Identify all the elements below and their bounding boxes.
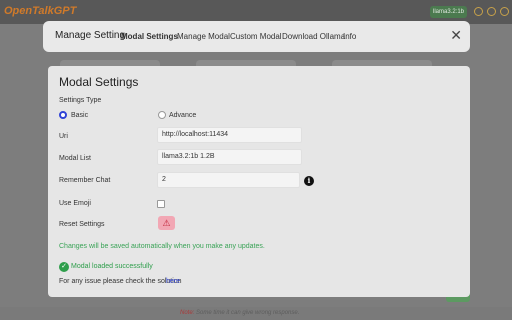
close-icon[interactable]: ✕ — [450, 28, 462, 42]
model-chip[interactable]: llama3.2:1b — [430, 6, 468, 18]
uri-input[interactable]: http://localhost:11434 — [157, 127, 302, 143]
use-emoji-checkbox[interactable] — [157, 200, 165, 208]
issue-text: For any issue please check the solution — [59, 278, 182, 285]
modal-list-select[interactable]: llama3.2:1b 1.2B — [157, 149, 302, 165]
tab-manage-modal[interactable]: Manage Modal — [177, 32, 230, 41]
tab-custom-modal[interactable]: Custom Modal — [230, 32, 282, 41]
radio-advance-label: Advance — [169, 112, 197, 119]
settings-type-label: Settings Type — [59, 97, 102, 104]
uri-label: Uri — [59, 133, 68, 140]
radio-advance[interactable] — [158, 111, 166, 119]
modal-list-label: Modal List — [59, 155, 91, 162]
recycle-icon: ⚠ — [162, 218, 171, 228]
solution-link[interactable]: here — [166, 278, 180, 285]
modal-settings-panel: Modal Settings Settings Type Basic Advan… — [48, 66, 470, 297]
status-text: Modal loaded successfully — [71, 263, 153, 270]
tab-modal-settings[interactable]: Modal Settings — [121, 32, 178, 41]
modal-header: Manage Setting Modal Settings Manage Mod… — [43, 21, 470, 52]
tab-info[interactable]: Info — [343, 32, 356, 41]
info-icon[interactable]: i — [304, 176, 314, 186]
tab-download-ollama[interactable]: Download Ollama — [282, 32, 345, 41]
theme-icon[interactable] — [487, 7, 496, 16]
reset-settings-label: Reset Settings — [59, 221, 105, 228]
tab-manage-setting: Manage Setting — [55, 30, 126, 41]
check-icon: ✓ — [59, 262, 69, 272]
section-title: Modal Settings — [59, 75, 139, 89]
radio-basic[interactable] — [59, 111, 67, 119]
radio-basic-label: Basic — [71, 112, 89, 119]
auto-save-note: Changes will be saved automatically when… — [59, 243, 265, 250]
app-logo: OpenTalkGPT — [4, 5, 77, 17]
remember-chat-input[interactable]: 2 — [157, 172, 300, 188]
reset-settings-button[interactable]: ⚠ — [158, 216, 175, 230]
settings-icon[interactable] — [474, 7, 483, 16]
footer-note: Note: Some time it can give wrong respon… — [180, 310, 300, 316]
use-emoji-label: Use Emoji — [59, 200, 91, 207]
profile-icon[interactable] — [500, 7, 509, 16]
remember-chat-label: Remember Chat — [59, 177, 111, 184]
